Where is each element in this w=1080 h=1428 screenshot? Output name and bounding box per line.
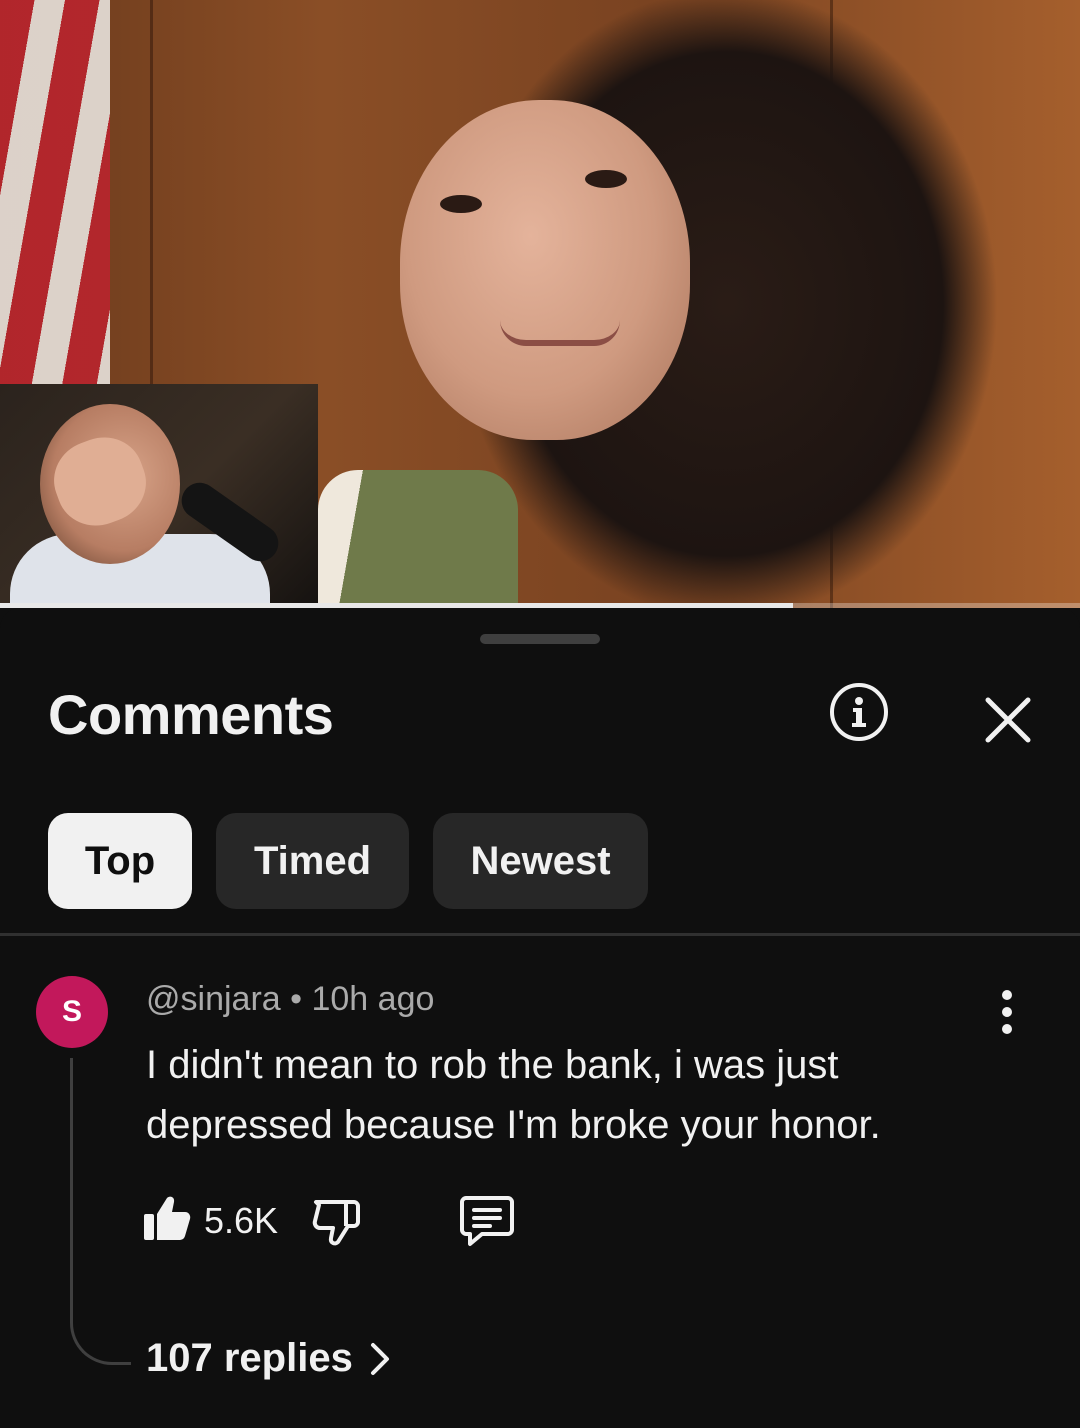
comment-author[interactable]: @sinjara	[146, 980, 281, 1018]
thumbs-up-icon[interactable]	[140, 1192, 194, 1246]
comment-text: I didn't mean to rob the bank, i was jus…	[146, 1043, 881, 1147]
flag-backdrop	[0, 0, 110, 385]
drag-handle[interactable]	[480, 634, 600, 644]
avatar[interactable]: S	[36, 976, 108, 1048]
divider	[0, 933, 1080, 936]
replies-label: 107 replies	[146, 1336, 353, 1380]
chevron-right-icon	[370, 1342, 389, 1375]
video-subject-jacket	[318, 470, 518, 608]
video-player[interactable]	[0, 0, 1080, 608]
reply-thread-line	[70, 1058, 131, 1365]
video-subject-face	[400, 100, 690, 440]
chip-timed[interactable]: Timed	[216, 813, 409, 909]
meta-separator: •	[290, 980, 303, 1018]
like-count: 5.6K	[204, 1200, 279, 1241]
info-button[interactable]	[830, 683, 888, 741]
video-subject-eye	[440, 195, 482, 213]
comments-title: Comments	[48, 683, 334, 746]
comments-sheet: Comments Top Timed Newest S @sinjara • 1…	[0, 608, 1080, 1428]
info-icon	[852, 697, 866, 727]
close-icon[interactable]	[982, 694, 1034, 746]
video-subject-eye	[585, 170, 627, 188]
reply-icon[interactable]	[458, 1192, 516, 1248]
video-subject-mouth	[500, 320, 620, 346]
thumbs-down-icon[interactable]	[310, 1194, 364, 1248]
chip-top[interactable]: Top	[48, 813, 192, 909]
chip-newest[interactable]: Newest	[433, 813, 648, 909]
facecam-overlay	[0, 384, 318, 606]
more-vertical-icon[interactable]	[990, 990, 1026, 1034]
view-replies-button[interactable]: 107 replies	[146, 1336, 391, 1381]
comment-time: 10h ago	[311, 980, 435, 1018]
comment-meta: @sinjara • 10h ago	[146, 980, 434, 1019]
